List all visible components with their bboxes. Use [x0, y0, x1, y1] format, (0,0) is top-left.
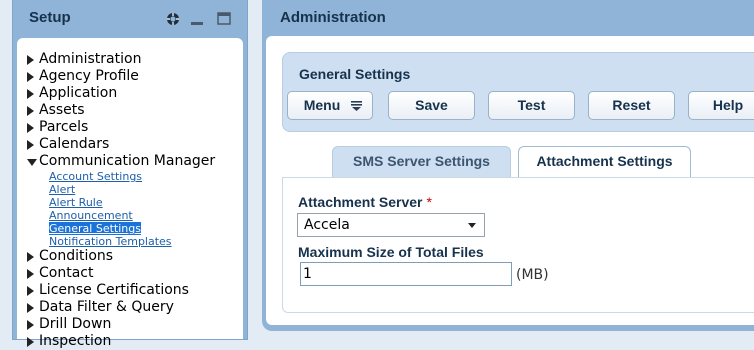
tree-item-label[interactable]: Parcels: [39, 119, 88, 135]
sub-item-notification-templates: Notification Templates: [27, 235, 215, 248]
tree-item-label[interactable]: Administration: [39, 51, 141, 67]
attachment-server-label: Attachment Server *: [298, 194, 432, 210]
sub-item-link[interactable]: Alert: [49, 183, 75, 196]
tree-item-license-certifications[interactable]: License Certifications: [27, 282, 215, 299]
tree-item-label[interactable]: Calendars: [39, 136, 109, 152]
tab-sms-server-settings[interactable]: SMS Server Settings: [332, 146, 511, 177]
tree-item-label[interactable]: License Certifications: [39, 282, 189, 298]
help-button[interactable]: Help: [688, 91, 754, 120]
collapsed-arrow-icon[interactable]: [27, 303, 34, 313]
tree-item-communication-manager[interactable]: Communication Manager: [27, 153, 215, 170]
tree-item-contact[interactable]: Contact: [27, 265, 215, 282]
maximize-icon[interactable]: [217, 12, 231, 26]
setup-tree: Administration Agency Profile Application A…: [27, 51, 215, 350]
setup-tree-container: Administration Agency Profile Application A…: [17, 38, 243, 349]
save-button[interactable]: Save: [388, 91, 475, 120]
administration-panel-body: General Settings Menu Save Test Reset He…: [266, 36, 754, 325]
attachment-server-value: Accela: [304, 217, 350, 233]
collapsed-arrow-icon[interactable]: [27, 337, 34, 347]
tree-item-label[interactable]: Data Filter & Query: [39, 299, 174, 315]
setup-panel: Setup Administration Agency Profile Applic…: [12, 0, 248, 349]
tree-item-label[interactable]: Drill Down: [39, 316, 111, 332]
tree-item-application[interactable]: Application: [27, 85, 215, 102]
attachment-server-select[interactable]: Accela: [297, 213, 485, 237]
max-size-unit: (MB): [516, 267, 549, 283]
test-button[interactable]: Test: [488, 91, 575, 120]
collapsed-arrow-icon[interactable]: [27, 286, 34, 296]
communication-manager-children: Account Settings Alert Alert Rule Announcem…: [27, 170, 215, 248]
tree-item-inspection[interactable]: Inspection: [27, 333, 215, 350]
tree-item-calendars[interactable]: Calendars: [27, 136, 215, 153]
sub-item-link[interactable]: Notification Templates: [49, 235, 172, 248]
tree-item-parcels[interactable]: Parcels: [27, 119, 215, 136]
tree-item-label[interactable]: Agency Profile: [39, 68, 139, 84]
tree-item-label[interactable]: Inspection: [39, 333, 111, 349]
collapsed-arrow-icon[interactable]: [27, 55, 34, 65]
menu-button-label: Menu: [303, 97, 341, 113]
setup-panel-title: Setup: [29, 9, 71, 26]
tree-item-assets[interactable]: Assets: [27, 102, 215, 119]
expanded-arrow-icon[interactable]: [27, 159, 37, 166]
sub-item-alert-rule: Alert Rule: [27, 196, 215, 209]
max-size-input[interactable]: [300, 262, 512, 286]
tree-item-conditions[interactable]: Conditions: [27, 248, 215, 265]
sub-item-general-settings: General Settings: [27, 222, 215, 235]
administration-panel-title: Administration: [280, 9, 386, 26]
required-marker: *: [426, 194, 432, 210]
tree-item-drill-down[interactable]: Drill Down: [27, 316, 215, 333]
tab-attachment-settings[interactable]: Attachment Settings: [518, 146, 691, 178]
tree-item-label[interactable]: Conditions: [39, 248, 113, 264]
dropdown-arrow-icon: [468, 223, 476, 228]
tree-item-label[interactable]: Communication Manager: [39, 153, 215, 169]
sub-item-announcement: Announcement: [27, 209, 215, 222]
tree-item-label[interactable]: Assets: [39, 102, 85, 118]
minimize-icon[interactable]: [190, 12, 204, 26]
sub-item-link[interactable]: Alert Rule: [49, 196, 103, 209]
menu-lines-icon: [351, 101, 362, 111]
setup-panel-header: Setup: [13, 0, 247, 34]
sub-item-alert: Alert: [27, 183, 215, 196]
collapsed-arrow-icon[interactable]: [27, 320, 34, 330]
sub-item-link[interactable]: General Settings: [49, 222, 141, 235]
max-size-label: Maximum Size of Total Files: [298, 244, 484, 260]
attachment-server-label-text: Attachment Server: [298, 194, 423, 210]
general-settings-toolbar: General Settings Menu Save Test Reset He…: [282, 52, 754, 132]
sub-item-link[interactable]: Announcement: [49, 209, 133, 222]
collapsed-arrow-icon[interactable]: [27, 72, 34, 82]
tree-item-label[interactable]: Contact: [39, 265, 93, 281]
collapsed-arrow-icon[interactable]: [27, 269, 34, 279]
attachment-settings-form: Attachment Server * Accela Maximum Size o…: [282, 177, 754, 313]
help-icon[interactable]: [166, 12, 180, 26]
tree-item-data-filter-query[interactable]: Data Filter & Query: [27, 299, 215, 316]
collapsed-arrow-icon[interactable]: [27, 89, 34, 99]
collapsed-arrow-icon[interactable]: [27, 252, 34, 262]
menu-button[interactable]: Menu: [287, 91, 373, 120]
tree-item-administration[interactable]: Administration: [27, 51, 215, 68]
administration-panel: Administration General Settings Menu Sav…: [262, 0, 754, 331]
section-title: General Settings: [299, 66, 411, 82]
reset-button[interactable]: Reset: [588, 91, 675, 120]
tree-item-label[interactable]: Application: [39, 85, 117, 101]
sub-item-link[interactable]: Account Settings: [49, 170, 142, 183]
sub-item-account-settings: Account Settings: [27, 170, 215, 183]
collapsed-arrow-icon[interactable]: [27, 123, 34, 133]
tree-item-agency-profile[interactable]: Agency Profile: [27, 68, 215, 85]
collapsed-arrow-icon[interactable]: [27, 140, 34, 150]
collapsed-arrow-icon[interactable]: [27, 106, 34, 116]
